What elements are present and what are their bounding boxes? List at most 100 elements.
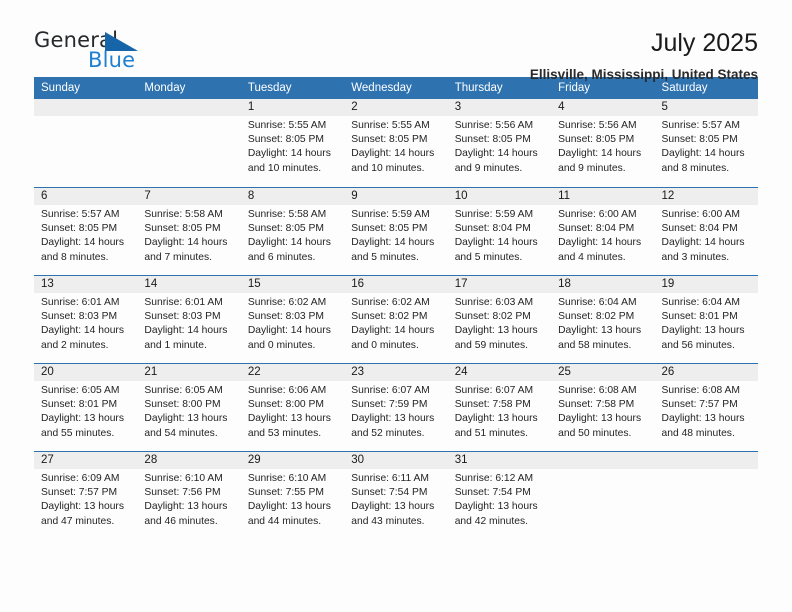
day-number-band: 2 — [344, 99, 448, 116]
daylight-text: Daylight: 14 hours and 2 minutes. — [41, 325, 124, 351]
calendar-day-cell[interactable]: 4 Sunrise: 5:56 AM Sunset: 8:05 PM Daylight… — [551, 99, 655, 187]
day-number: 13 — [41, 278, 54, 290]
sunrise-text: Sunrise: 5:58 AM — [247, 209, 327, 220]
daylight-text: Daylight: 14 hours and 7 minutes. — [144, 237, 228, 263]
day-sun-info: Sunrise: 6:10 AM Sunset: 7:56 PM Daylight:… — [137, 469, 240, 529]
calendar-day-cell[interactable]: 31 Sunrise: 6:12 AM Sunset: 7:54 PM Dayligh… — [447, 452, 552, 539]
day-number-band: 16 — [344, 276, 448, 293]
daylight-text: Daylight: 14 hours and 5 minutes. — [351, 237, 435, 263]
calendar-day-cell[interactable]: 9 Sunrise: 5:59 AM Sunset: 8:05 PM Daylight… — [344, 188, 448, 275]
sunrise-text: Sunrise: 6:00 AM — [661, 209, 740, 220]
sunset-text: Sunset: 8:04 PM — [558, 223, 635, 235]
calendar-day-cell[interactable]: 3 Sunrise: 5:56 AM Sunset: 8:05 PM Daylight… — [447, 99, 552, 187]
general-blue-logo[interactable]: General Blue — [34, 28, 164, 76]
calendar-day-cell[interactable]: 14 Sunrise: 6:01 AM Sunset: 8:03 PM Dayligh… — [137, 276, 241, 363]
day-number: 11 — [558, 190, 571, 202]
day-number-band: 3 — [447, 99, 552, 116]
day-number: 28 — [144, 454, 158, 466]
calendar-day-cell[interactable]: 20 Sunrise: 6:05 AM Sunset: 8:01 PM Dayligh… — [34, 364, 138, 451]
day-number-band: 6 — [34, 188, 138, 205]
sunrise-text: Sunrise: 6:06 AM — [247, 385, 327, 396]
weekday-header-tuesday: Tuesday — [247, 82, 292, 94]
sunset-text: Sunset: 8:03 PM — [41, 311, 118, 323]
sunset-text: Sunset: 8:05 PM — [351, 134, 428, 146]
sunset-text: Sunset: 7:59 PM — [351, 399, 428, 411]
calendar-day-cell[interactable]: 16 Sunrise: 6:02 AM Sunset: 8:02 PM Dayligh… — [344, 276, 448, 363]
day-number-band: 11 — [551, 188, 655, 205]
page-masthead: General Blue July 2025 Ellisville, Missi… — [34, 0, 758, 82]
daylight-text: Daylight: 14 hours and 10 minutes. — [351, 148, 435, 174]
calendar-day-cell[interactable]: 26 Sunrise: 6:08 AM Sunset: 7:57 PM Dayligh… — [654, 364, 758, 451]
day-number-band: 23 — [344, 364, 448, 381]
calendar-day-cell[interactable]: 21 Sunrise: 6:05 AM Sunset: 8:00 PM Dayligh… — [137, 364, 241, 451]
day-number: 4 — [558, 101, 565, 113]
day-number: 6 — [41, 190, 48, 202]
day-number: 18 — [558, 278, 571, 290]
sunrise-text: Sunrise: 5:55 AM — [351, 120, 430, 131]
calendar-day-cell[interactable]: 15 Sunrise: 6:02 AM Sunset: 8:03 PM Dayligh… — [240, 276, 345, 363]
calendar-day-cell[interactable]: 11 Sunrise: 6:00 AM Sunset: 8:04 PM Dayligh… — [551, 188, 655, 275]
day-number-band: 29 — [240, 452, 345, 469]
day-number-band: 21 — [137, 364, 241, 381]
calendar-day-cell[interactable]: 12 Sunrise: 6:00 AM Sunset: 8:04 PM Dayligh… — [654, 188, 758, 275]
day-number: 7 — [144, 190, 151, 202]
day-number-band: 8 — [240, 188, 345, 205]
weekday-header-thursday: Thursday — [454, 82, 503, 94]
daylight-text: Daylight: 14 hours and 6 minutes. — [247, 237, 331, 263]
day-number: 23 — [351, 366, 365, 378]
day-number: 24 — [454, 366, 468, 378]
sunset-text: Sunset: 8:05 PM — [247, 223, 324, 235]
day-number: 30 — [351, 454, 365, 466]
day-number: 10 — [454, 190, 468, 202]
calendar-day-cell[interactable]: 18 Sunrise: 6:04 AM Sunset: 8:02 PM Dayligh… — [551, 276, 655, 363]
calendar-day-cell[interactable]: 23 Sunrise: 6:07 AM Sunset: 7:59 PM Dayligh… — [344, 364, 448, 451]
day-sun-info: Sunrise: 6:05 AM Sunset: 8:00 PM Daylight:… — [137, 381, 240, 441]
daylight-text: Daylight: 14 hours and 8 minutes. — [41, 237, 124, 263]
calendar-day-cell[interactable]: 1 Sunrise: 5:55 AM Sunset: 8:05 PM Daylight… — [240, 99, 345, 187]
day-number-band: 1 — [240, 99, 345, 116]
day-sun-info: Sunrise: 5:56 AM Sunset: 8:05 PM Daylight:… — [551, 116, 654, 176]
day-number: 22 — [247, 366, 261, 378]
day-number: 1 — [247, 101, 255, 113]
day-number: 21 — [144, 366, 158, 378]
sunrise-text: Sunrise: 5:55 AM — [247, 120, 327, 131]
day-number: 19 — [661, 278, 675, 290]
calendar-day-cell[interactable]: 2 Sunrise: 5:55 AM Sunset: 8:05 PM Daylight… — [344, 99, 448, 187]
calendar-day-cell[interactable]: 19 Sunrise: 6:04 AM Sunset: 8:01 PM Dayligh… — [654, 276, 758, 363]
calendar-day-cell[interactable]: 10 Sunrise: 5:59 AM Sunset: 8:04 PM Dayligh… — [447, 188, 552, 275]
calendar-day-cell[interactable]: 28 Sunrise: 6:10 AM Sunset: 7:56 PM Dayligh… — [137, 452, 241, 539]
day-sun-info: Sunrise: 6:08 AM Sunset: 7:58 PM Daylight:… — [551, 381, 654, 441]
daylight-text: Daylight: 13 hours and 46 minutes. — [144, 501, 228, 527]
day-number-band: 31 — [447, 452, 552, 469]
calendar-day-cell[interactable]: 29 Sunrise: 6:10 AM Sunset: 7:55 PM Dayligh… — [240, 452, 345, 539]
sunset-text: Sunset: 8:01 PM — [661, 311, 738, 323]
weekday-header-monday: Monday — [144, 82, 186, 94]
day-number: 15 — [247, 278, 261, 290]
sunset-text: Sunset: 8:05 PM — [558, 134, 635, 146]
calendar-day-cell[interactable]: 30 Sunrise: 6:11 AM Sunset: 7:54 PM Dayligh… — [344, 452, 448, 539]
day-number: 16 — [351, 278, 365, 290]
calendar-day-cell[interactable]: 25 Sunrise: 6:08 AM Sunset: 7:58 PM Dayligh… — [551, 364, 655, 451]
calendar-day-cell[interactable]: 13 Sunrise: 6:01 AM Sunset: 8:03 PM Dayligh… — [34, 276, 138, 363]
calendar-day-cell[interactable]: 5 Sunrise: 5:57 AM Sunset: 8:05 PM Daylight… — [654, 99, 758, 187]
calendar-day-cell[interactable]: 17 Sunrise: 6:03 AM Sunset: 8:02 PM Dayligh… — [447, 276, 552, 363]
calendar-day-cell[interactable]: 6 Sunrise: 5:57 AM Sunset: 8:05 PM Daylight… — [34, 188, 138, 275]
sunrise-text: Sunrise: 6:10 AM — [144, 473, 223, 484]
sunset-text: Sunset: 7:58 PM — [558, 399, 635, 411]
calendar-day-cell[interactable]: 27 Sunrise: 6:09 AM Sunset: 7:57 PM Dayligh… — [34, 452, 138, 539]
sunrise-text: Sunrise: 6:07 AM — [351, 385, 430, 396]
calendar-day-cell[interactable]: 8 Sunrise: 5:58 AM Sunset: 8:05 PM Daylight… — [240, 188, 345, 275]
sunrise-text: Sunrise: 6:08 AM — [661, 385, 740, 396]
sunset-text: Sunset: 8:05 PM — [247, 134, 324, 146]
daylight-text: Daylight: 14 hours and 8 minutes. — [661, 148, 745, 174]
calendar-weeks: 1 Sunrise: 5:55 AM Sunset: 8:05 PM Daylight… — [34, 99, 758, 539]
calendar-day-cell[interactable]: 22 Sunrise: 6:06 AM Sunset: 8:00 PM Dayligh… — [240, 364, 345, 451]
day-number-band: 27 — [34, 452, 138, 469]
daylight-text: Daylight: 13 hours and 56 minutes. — [661, 325, 745, 351]
day-number-band: 25 — [551, 364, 655, 381]
sunset-text: Sunset: 8:03 PM — [144, 311, 221, 323]
day-sun-info: Sunrise: 5:59 AM Sunset: 8:05 PM Daylight:… — [344, 205, 447, 265]
calendar-day-cell[interactable]: 24 Sunrise: 6:07 AM Sunset: 7:58 PM Dayligh… — [447, 364, 552, 451]
calendar-day-cell[interactable]: 7 Sunrise: 5:58 AM Sunset: 8:05 PM Daylight… — [137, 188, 241, 275]
sunset-text: Sunset: 8:04 PM — [454, 223, 531, 235]
